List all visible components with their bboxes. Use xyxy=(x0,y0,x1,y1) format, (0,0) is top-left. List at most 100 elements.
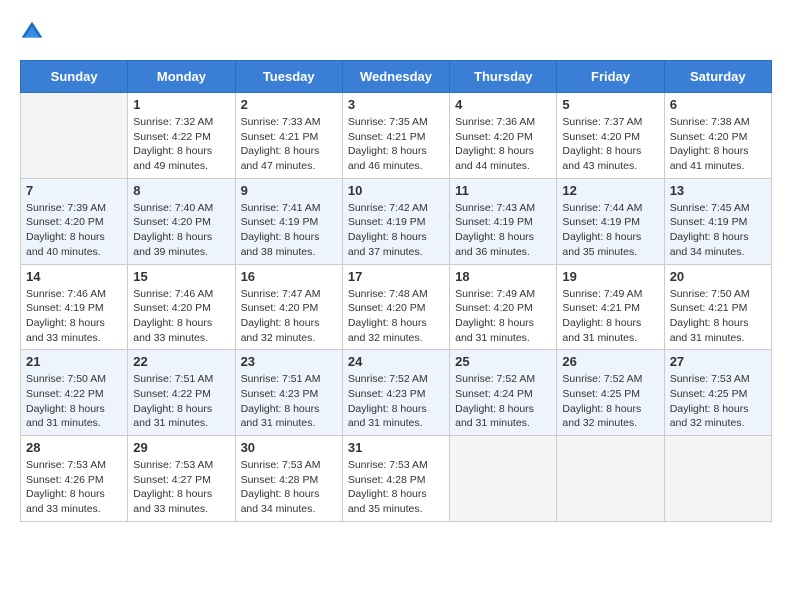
calendar-cell: 2 Sunrise: 7:33 AMSunset: 4:21 PMDaylight… xyxy=(235,93,342,179)
day-info: Sunrise: 7:39 AMSunset: 4:20 PMDaylight:… xyxy=(26,201,122,260)
day-of-week-header: Wednesday xyxy=(342,61,449,93)
calendar-cell: 9 Sunrise: 7:41 AMSunset: 4:19 PMDaylight… xyxy=(235,178,342,264)
day-info: Sunrise: 7:52 AMSunset: 4:25 PMDaylight:… xyxy=(562,372,658,431)
day-info: Sunrise: 7:48 AMSunset: 4:20 PMDaylight:… xyxy=(348,287,444,346)
day-number: 20 xyxy=(670,269,766,284)
calendar-cell: 5 Sunrise: 7:37 AMSunset: 4:20 PMDaylight… xyxy=(557,93,664,179)
day-info: Sunrise: 7:33 AMSunset: 4:21 PMDaylight:… xyxy=(241,115,337,174)
day-number: 11 xyxy=(455,183,551,198)
calendar-cell: 14Sunrise: 7:46 AMSunset: 4:19 PMDayligh… xyxy=(21,264,128,350)
day-number: 7 xyxy=(26,183,122,198)
day-number: 9 xyxy=(241,183,337,198)
day-of-week-header: Monday xyxy=(128,61,235,93)
day-info: Sunrise: 7:41 AMSunset: 4:19 PMDaylight:… xyxy=(241,201,337,260)
day-info: Sunrise: 7:36 AMSunset: 4:20 PMDaylight:… xyxy=(455,115,551,174)
calendar-cell: 18Sunrise: 7:49 AMSunset: 4:20 PMDayligh… xyxy=(450,264,557,350)
day-number: 8 xyxy=(133,183,229,198)
calendar-cell: 17 Sunrise: 7:48 AMSunset: 4:20 PMDayligh… xyxy=(342,264,449,350)
day-info: Sunrise: 7:44 AMSunset: 4:19 PMDaylight:… xyxy=(562,201,658,260)
day-of-week-header: Tuesday xyxy=(235,61,342,93)
day-number: 15 xyxy=(133,269,229,284)
day-number: 23 xyxy=(241,354,337,369)
calendar-cell: 8Sunrise: 7:40 AMSunset: 4:20 PMDaylight… xyxy=(128,178,235,264)
calendar-cell: 12 Sunrise: 7:44 AMSunset: 4:19 PMDayligh… xyxy=(557,178,664,264)
calendar-week-row: 21 Sunrise: 7:50 AMSunset: 4:22 PMDayligh… xyxy=(21,350,772,436)
day-number: 22 xyxy=(133,354,229,369)
day-number: 26 xyxy=(562,354,658,369)
day-number: 6 xyxy=(670,97,766,112)
day-number: 28 xyxy=(26,440,122,455)
calendar-cell: 26 Sunrise: 7:52 AMSunset: 4:25 PMDayligh… xyxy=(557,350,664,436)
day-number: 13 xyxy=(670,183,766,198)
day-info: Sunrise: 7:52 AMSunset: 4:24 PMDaylight:… xyxy=(455,372,551,431)
calendar-cell: 4Sunrise: 7:36 AMSunset: 4:20 PMDaylight… xyxy=(450,93,557,179)
day-number: 17 xyxy=(348,269,444,284)
day-number: 24 xyxy=(348,354,444,369)
calendar-cell: 1Sunrise: 7:32 AMSunset: 4:22 PMDaylight… xyxy=(128,93,235,179)
day-info: Sunrise: 7:53 AMSunset: 4:26 PMDaylight:… xyxy=(26,458,122,517)
calendar-cell: 13 Sunrise: 7:45 AMSunset: 4:19 PMDayligh… xyxy=(664,178,771,264)
day-info: Sunrise: 7:42 AMSunset: 4:19 PMDaylight:… xyxy=(348,201,444,260)
day-info: Sunrise: 7:51 AMSunset: 4:22 PMDaylight:… xyxy=(133,372,229,431)
calendar-cell xyxy=(664,436,771,522)
day-info: Sunrise: 7:53 AMSunset: 4:27 PMDaylight:… xyxy=(133,458,229,517)
day-info: Sunrise: 7:35 AMSunset: 4:21 PMDaylight:… xyxy=(348,115,444,174)
day-number: 19 xyxy=(562,269,658,284)
calendar-cell: 21 Sunrise: 7:50 AMSunset: 4:22 PMDayligh… xyxy=(21,350,128,436)
day-number: 16 xyxy=(241,269,337,284)
calendar-cell: 29 Sunrise: 7:53 AMSunset: 4:27 PMDayligh… xyxy=(128,436,235,522)
day-info: Sunrise: 7:38 AMSunset: 4:20 PMDaylight:… xyxy=(670,115,766,174)
calendar-header-row: SundayMondayTuesdayWednesdayThursdayFrid… xyxy=(21,61,772,93)
day-number: 2 xyxy=(241,97,337,112)
calendar-cell: 27 Sunrise: 7:53 AMSunset: 4:25 PMDayligh… xyxy=(664,350,771,436)
calendar-cell: 10 Sunrise: 7:42 AMSunset: 4:19 PMDayligh… xyxy=(342,178,449,264)
day-info: Sunrise: 7:47 AMSunset: 4:20 PMDaylight:… xyxy=(241,287,337,346)
calendar-cell: 20 Sunrise: 7:50 AMSunset: 4:21 PMDayligh… xyxy=(664,264,771,350)
calendar-cell: 3Sunrise: 7:35 AMSunset: 4:21 PMDaylight… xyxy=(342,93,449,179)
logo-icon xyxy=(20,20,44,44)
day-of-week-header: Sunday xyxy=(21,61,128,93)
day-info: Sunrise: 7:32 AMSunset: 4:22 PMDaylight:… xyxy=(133,115,229,174)
calendar-table: SundayMondayTuesdayWednesdayThursdayFrid… xyxy=(20,60,772,522)
day-info: Sunrise: 7:45 AMSunset: 4:19 PMDaylight:… xyxy=(670,201,766,260)
day-number: 27 xyxy=(670,354,766,369)
calendar-cell xyxy=(557,436,664,522)
day-info: Sunrise: 7:53 AMSunset: 4:28 PMDaylight:… xyxy=(348,458,444,517)
calendar-cell: 25 Sunrise: 7:52 AMSunset: 4:24 PMDayligh… xyxy=(450,350,557,436)
calendar-cell: 23 Sunrise: 7:51 AMSunset: 4:23 PMDayligh… xyxy=(235,350,342,436)
day-info: Sunrise: 7:53 AMSunset: 4:25 PMDaylight:… xyxy=(670,372,766,431)
day-number: 18 xyxy=(455,269,551,284)
day-info: Sunrise: 7:37 AMSunset: 4:20 PMDaylight:… xyxy=(562,115,658,174)
calendar-cell: 30 Sunrise: 7:53 AMSunset: 4:28 PMDayligh… xyxy=(235,436,342,522)
calendar-cell: 15Sunrise: 7:46 AMSunset: 4:20 PMDayligh… xyxy=(128,264,235,350)
calendar-week-row: 28 Sunrise: 7:53 AMSunset: 4:26 PMDayligh… xyxy=(21,436,772,522)
day-number: 31 xyxy=(348,440,444,455)
day-number: 21 xyxy=(26,354,122,369)
calendar-cell: 7 Sunrise: 7:39 AMSunset: 4:20 PMDaylight… xyxy=(21,178,128,264)
day-info: Sunrise: 7:50 AMSunset: 4:21 PMDaylight:… xyxy=(670,287,766,346)
day-number: 12 xyxy=(562,183,658,198)
calendar-cell: 11Sunrise: 7:43 AMSunset: 4:19 PMDayligh… xyxy=(450,178,557,264)
calendar-cell: 6 Sunrise: 7:38 AMSunset: 4:20 PMDaylight… xyxy=(664,93,771,179)
calendar-cell: 16 Sunrise: 7:47 AMSunset: 4:20 PMDayligh… xyxy=(235,264,342,350)
day-number: 25 xyxy=(455,354,551,369)
day-of-week-header: Saturday xyxy=(664,61,771,93)
calendar-week-row: 7 Sunrise: 7:39 AMSunset: 4:20 PMDaylight… xyxy=(21,178,772,264)
page-header xyxy=(20,20,772,44)
calendar-cell xyxy=(21,93,128,179)
calendar-week-row: 14Sunrise: 7:46 AMSunset: 4:19 PMDayligh… xyxy=(21,264,772,350)
day-info: Sunrise: 7:50 AMSunset: 4:22 PMDaylight:… xyxy=(26,372,122,431)
day-number: 30 xyxy=(241,440,337,455)
day-number: 5 xyxy=(562,97,658,112)
calendar-cell xyxy=(450,436,557,522)
day-info: Sunrise: 7:51 AMSunset: 4:23 PMDaylight:… xyxy=(241,372,337,431)
day-number: 29 xyxy=(133,440,229,455)
calendar-cell: 28 Sunrise: 7:53 AMSunset: 4:26 PMDayligh… xyxy=(21,436,128,522)
day-number: 10 xyxy=(348,183,444,198)
day-of-week-header: Friday xyxy=(557,61,664,93)
calendar-cell: 22 Sunrise: 7:51 AMSunset: 4:22 PMDayligh… xyxy=(128,350,235,436)
day-info: Sunrise: 7:53 AMSunset: 4:28 PMDaylight:… xyxy=(241,458,337,517)
calendar-week-row: 1Sunrise: 7:32 AMSunset: 4:22 PMDaylight… xyxy=(21,93,772,179)
day-info: Sunrise: 7:52 AMSunset: 4:23 PMDaylight:… xyxy=(348,372,444,431)
calendar-cell: 31 Sunrise: 7:53 AMSunset: 4:28 PMDayligh… xyxy=(342,436,449,522)
